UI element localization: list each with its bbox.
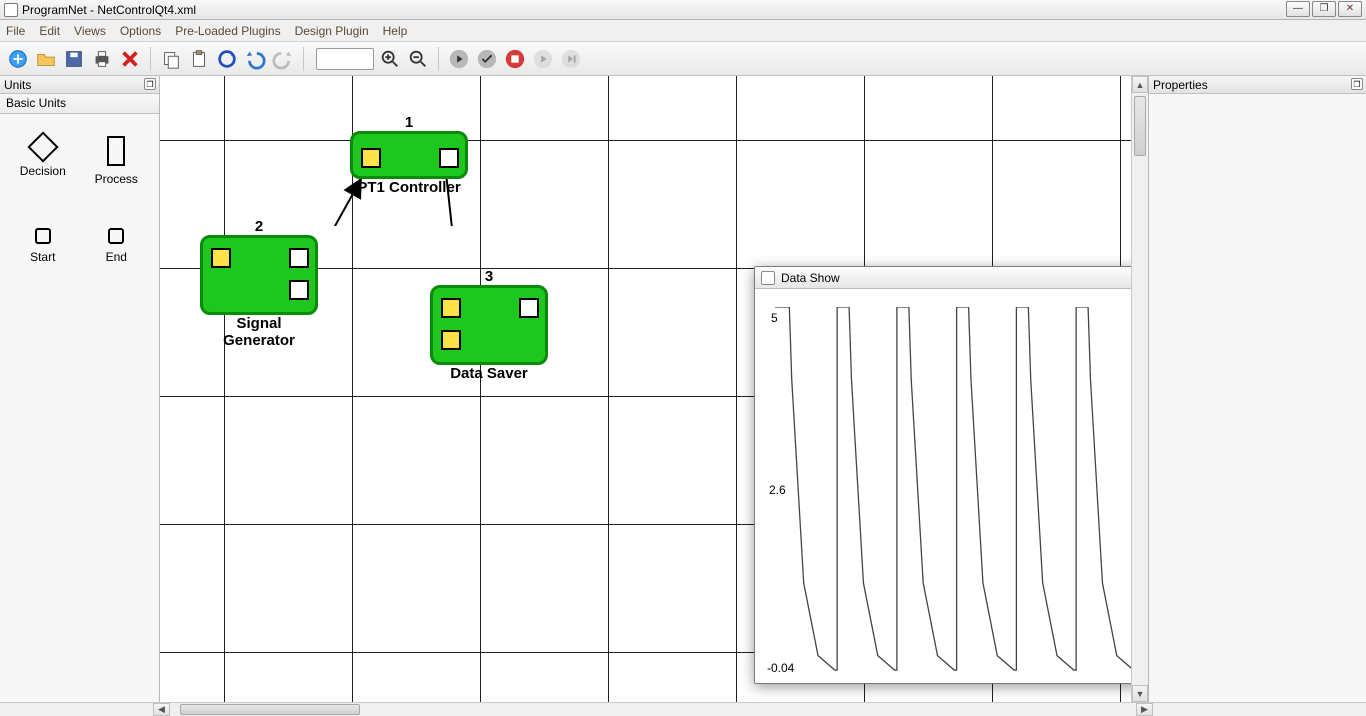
run-icon[interactable] [447,47,471,71]
properties-panel-title: Properties ❐ [1149,76,1366,94]
unit-end[interactable]: End [80,212,154,304]
menu-bar: File Edit Views Options Pre-Loaded Plugi… [0,20,1366,42]
play-icon[interactable] [531,47,555,71]
copy-icon[interactable] [159,47,183,71]
unit-decision-label: Decision [20,164,66,178]
properties-panel: Properties ❐ [1148,76,1366,702]
unit-start[interactable]: Start [6,212,80,304]
units-panel: Units ❐ Basic Units Decision Process Sta… [0,76,160,702]
window-controls: — ❐ ✕ [1286,1,1362,17]
node-port-out[interactable] [439,148,459,168]
save-icon[interactable] [62,47,86,71]
diagram-canvas[interactable]: 1 PT1 Controller 2 Signal Generator 3 [160,76,1148,702]
node-port-in[interactable] [361,148,381,168]
data-show-title: Data Show [781,271,840,285]
rect-icon [107,136,125,166]
node-port-in[interactable] [211,248,231,268]
toolbar-separator [303,47,304,71]
node-signal-generator[interactable]: 2 Signal Generator [200,218,318,349]
properties-panel-label: Properties [1153,78,1208,92]
menu-help[interactable]: Help [383,24,408,38]
delete-icon[interactable] [118,47,142,71]
scroll-thumb[interactable] [180,704,360,715]
basic-units-header[interactable]: Basic Units [0,94,159,114]
close-window-button[interactable]: ✕ [1338,1,1362,17]
menu-views[interactable]: Views [74,24,106,38]
units-panel-title: Units ❐ [0,76,159,94]
undock-icon[interactable]: ❐ [144,78,156,90]
refresh-icon[interactable] [215,47,239,71]
step-icon[interactable] [559,47,583,71]
units-panel-label: Units [4,78,31,92]
window-title: ProgramNet - NetControlQt4.xml [22,3,196,17]
toolbar-separator [150,47,151,71]
unit-process-label: Process [95,172,138,186]
square-icon [35,228,51,244]
node-caption: Signal Generator [200,315,318,349]
undock-icon[interactable]: ❐ [1351,78,1363,90]
data-show-plot: 5 2.6 -0.04 10 [775,307,1148,673]
open-icon[interactable] [34,47,58,71]
minimize-button[interactable]: — [1286,1,1310,17]
menu-design-plugin[interactable]: Design Plugin [295,24,369,38]
toolbar-separator [438,47,439,71]
zoom-out-icon[interactable] [406,47,430,71]
data-show-icon [761,271,775,285]
node-number: 2 [200,218,318,235]
scroll-up-icon[interactable]: ▲ [1132,76,1148,93]
search-input[interactable] [316,48,374,70]
new-icon[interactable] [6,47,30,71]
paste-icon[interactable] [187,47,211,71]
unit-process[interactable]: Process [80,120,154,212]
scroll-right-icon[interactable]: ▶ [1136,703,1153,716]
scroll-thumb[interactable] [1134,96,1146,156]
plot-y-mid-label: 2.6 [769,483,786,497]
node-port-in[interactable] [441,298,461,318]
unit-start-label: Start [30,250,55,264]
data-show-window[interactable]: Data Show ? ✕ 5 2.6 -0.04 10 [754,266,1148,684]
menu-preloaded-plugins[interactable]: Pre-Loaded Plugins [175,24,280,38]
plot-svg [775,307,1148,673]
diamond-icon [27,131,58,162]
scroll-down-icon[interactable]: ▼ [1132,685,1148,702]
node-number: 1 [350,114,468,131]
data-show-title-bar[interactable]: Data Show ? ✕ [755,267,1148,289]
unit-decision[interactable]: Decision [6,120,80,212]
data-show-body: 5 2.6 -0.04 10 [755,289,1148,683]
units-grid: Decision Process Start End [0,114,159,702]
main-area: Units ❐ Basic Units Decision Process Sta… [0,76,1366,702]
node-caption: PT1 Controller [350,179,468,196]
square-icon [108,228,124,244]
scroll-left-icon[interactable]: ◀ [153,703,170,716]
canvas-horizontal-scrollbar[interactable]: ◀ ▶ [170,703,1136,716]
node-caption: Data Saver [430,365,548,382]
unit-end-label: End [106,250,127,264]
canvas-vertical-scrollbar[interactable]: ▲ ▼ [1131,76,1148,702]
plot-y-bottom-label: -0.04 [767,661,794,675]
title-bar: ProgramNet - NetControlQt4.xml — ❐ ✕ [0,0,1366,20]
node-port-in[interactable] [441,330,461,350]
plot-y-top-label: 5 [771,311,778,325]
redo-icon[interactable] [271,47,295,71]
print-icon[interactable] [90,47,114,71]
node-port-out[interactable] [289,248,309,268]
menu-edit[interactable]: Edit [39,24,60,38]
menu-options[interactable]: Options [120,24,161,38]
check-icon[interactable] [475,47,499,71]
zoom-in-icon[interactable] [378,47,402,71]
node-pt1-controller[interactable]: 1 PT1 Controller [350,114,468,196]
node-port-out[interactable] [519,298,539,318]
bottom-bar: ◀ ▶ [0,702,1366,716]
undo-icon[interactable] [243,47,267,71]
menu-file[interactable]: File [6,24,25,38]
maximize-button[interactable]: ❐ [1312,1,1336,17]
node-number: 3 [430,268,548,285]
stop-icon[interactable] [503,47,527,71]
node-data-saver[interactable]: 3 Data Saver [430,268,548,382]
toolbar [0,42,1366,76]
app-icon [4,3,18,17]
node-port-out[interactable] [289,280,309,300]
